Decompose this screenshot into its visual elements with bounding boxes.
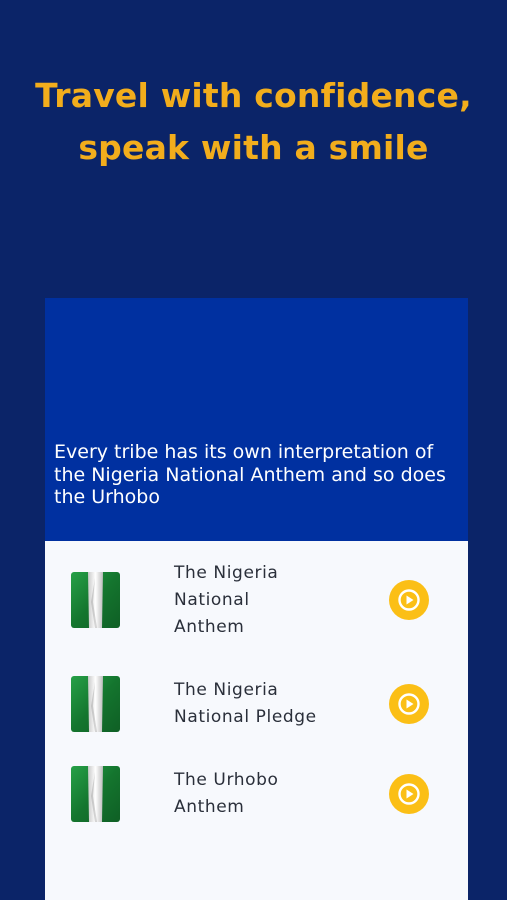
nigeria-flag-icon [71,766,120,822]
nigeria-flag-icon [71,572,120,628]
headline-line-1: Travel with confidence, [35,76,472,115]
item-label-line: National [174,590,250,610]
play-button[interactable] [389,774,429,814]
play-icon [398,783,420,805]
item-label: The Nigeria National Anthem [174,560,364,641]
headline: Travel with confidence, speak with a smi… [0,70,507,174]
nigeria-flag-icon [71,676,120,732]
item-label-line: The Nigeria [174,680,279,700]
item-label-line: National Pledge [174,707,317,727]
play-icon [398,693,420,715]
item-label-line: Anthem [174,617,245,637]
banner-description: Every tribe has its own interpretation o… [54,441,446,508]
play-button[interactable] [389,580,429,620]
item-label: The Nigeria National Pledge [174,677,364,731]
item-label-line: The Urhobo [174,770,279,790]
play-icon [398,589,420,611]
anthem-card: Every tribe has its own interpretation o… [45,298,468,900]
item-label: The Urhobo Anthem [174,767,364,821]
headline-line-2: speak with a smile [78,128,429,167]
card-banner: Every tribe has its own interpretation o… [45,298,468,541]
play-button[interactable] [389,684,429,724]
item-label-line: The Nigeria [174,563,279,583]
item-label-line: Anthem [174,797,245,817]
